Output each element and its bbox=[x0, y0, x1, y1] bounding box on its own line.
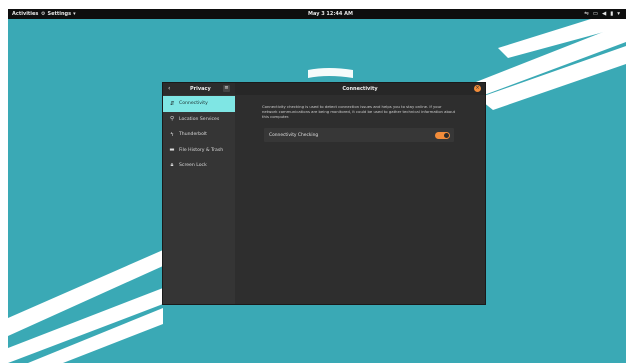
settings-window: ‹ Privacy ≡ ⇵ Connectivity ⚲ Location Se… bbox=[163, 83, 485, 304]
activities-button[interactable]: Activities bbox=[12, 11, 38, 17]
battery-icon: ▮ bbox=[610, 10, 614, 17]
content-header: Connectivity × bbox=[235, 83, 485, 95]
location-icon: ⚲ bbox=[169, 116, 175, 123]
app-menu-label: Settings bbox=[47, 10, 72, 17]
clock[interactable]: May 3 12:44 AM bbox=[308, 11, 353, 17]
thunderbolt-icon: ϟ bbox=[170, 131, 174, 138]
top-bar: Activities ⚙ Settings ▾ May 3 12:44 AM ⇋… bbox=[8, 9, 626, 19]
app-menu[interactable]: ⚙ Settings ▾ bbox=[41, 11, 76, 17]
sidebar-item-label: Location Services bbox=[179, 116, 220, 122]
sidebar-header: ‹ Privacy ≡ bbox=[163, 83, 235, 95]
system-tray[interactable]: ⇋ ▭ ◀ ▮ ▾ bbox=[584, 11, 620, 18]
sidebar-item-label: Connectivity bbox=[179, 101, 208, 107]
setting-label: Connectivity Checking bbox=[269, 132, 319, 138]
connectivity-checking-row[interactable]: Connectivity Checking bbox=[264, 128, 454, 142]
sidebar-item-location-services[interactable]: ⚲ Location Services bbox=[163, 112, 235, 128]
sidebar-item-connectivity[interactable]: ⇵ Connectivity bbox=[163, 96, 235, 112]
sidebar-item-label: Thunderbolt bbox=[179, 132, 207, 138]
sidebar-title: Privacy bbox=[190, 86, 211, 92]
toggle-knob bbox=[444, 132, 449, 138]
folder-icon: ▬ bbox=[169, 147, 175, 154]
connectivity-description: Connectivity checking is used to detect … bbox=[262, 104, 456, 120]
page-title: Connectivity bbox=[342, 86, 378, 92]
sidebar-item-label: Screen Lock bbox=[179, 163, 207, 169]
hamburger-menu-icon[interactable]: ≡ bbox=[223, 85, 230, 92]
connectivity-icon: ⇵ bbox=[169, 100, 175, 107]
network-icon: ⇋ bbox=[584, 10, 589, 17]
content-panel: Connectivity × Connectivity checking is … bbox=[235, 83, 485, 304]
display-icon: ▭ bbox=[592, 10, 598, 17]
back-icon[interactable]: ‹ bbox=[168, 85, 170, 92]
sidebar-item-label: File History & Trash bbox=[179, 147, 224, 153]
sidebar-item-file-history[interactable]: ▬ File History & Trash bbox=[163, 143, 235, 159]
chevron-down-icon: ▾ bbox=[617, 10, 620, 17]
sidebar-nav: ⇵ Connectivity ⚲ Location Services ϟ Thu… bbox=[163, 96, 235, 174]
volume-icon: ◀ bbox=[601, 10, 607, 17]
close-icon[interactable]: × bbox=[474, 85, 481, 92]
lock-icon: 🔒︎ bbox=[170, 162, 174, 169]
sidebar: ‹ Privacy ≡ ⇵ Connectivity ⚲ Location Se… bbox=[163, 83, 236, 304]
sidebar-item-screen-lock[interactable]: 🔒︎ Screen Lock bbox=[163, 158, 235, 174]
chevron-down-icon: ▾ bbox=[73, 10, 76, 17]
gear-icon: ⚙ bbox=[41, 10, 46, 17]
sidebar-item-thunderbolt[interactable]: ϟ Thunderbolt bbox=[163, 127, 235, 143]
connectivity-checking-toggle[interactable] bbox=[435, 131, 450, 139]
